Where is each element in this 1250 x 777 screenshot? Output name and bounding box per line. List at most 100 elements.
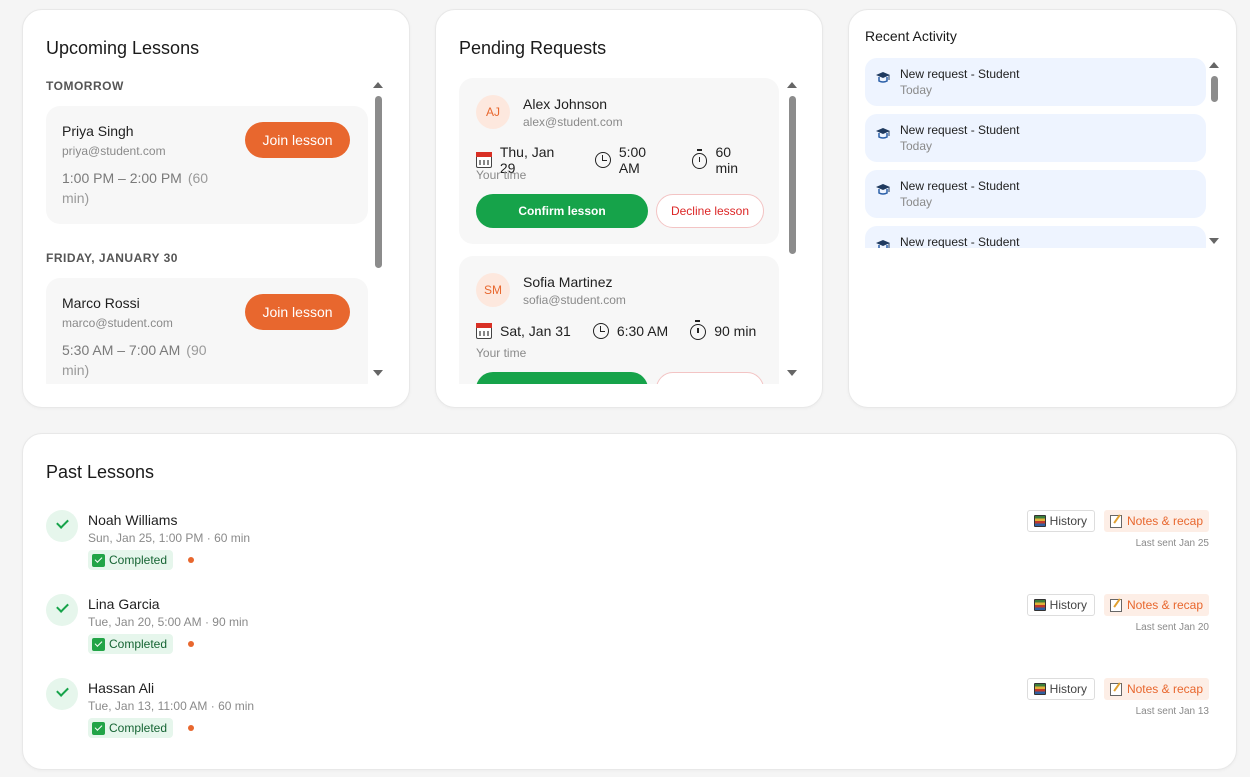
scroll-down-arrow[interactable] [1209,238,1219,244]
status-text: Completed [109,637,168,651]
check-box-icon [92,637,105,651]
student-name: Marco Rossi [62,295,140,311]
graduation-cap-icon [876,240,890,248]
graduation-cap-icon [876,184,890,195]
decline-lesson-button[interactable]: Decline lesson [656,194,764,228]
student-email: alex@student.com [523,115,623,129]
lesson-card: Priya Singh priya@student.com 1:00 PM – … [46,106,368,224]
student-name: Priya Singh [62,123,134,139]
upcoming-lessons-list[interactable]: TOMORROW Priya Singh priya@student.com 1… [46,76,368,384]
request-date: Sat, Jan 31 [476,323,571,339]
pending-requests-list[interactable]: AJ Alex Johnson alex@student.com Thu, Ja… [459,78,779,384]
notes-recap-button[interactable]: Notes & recap [1103,678,1209,700]
confirm-lesson-button[interactable]: Confirm lesson [476,372,648,384]
upcoming-lessons-card: Upcoming Lessons TOMORROW Priya Singh pr… [22,9,410,408]
calendar-icon [476,323,492,339]
scroll-up-arrow[interactable] [787,82,797,88]
activity-time: Today [900,139,933,153]
status-text: Completed [109,721,168,735]
lesson-time: 5:30 AM – 7:00 AM (90 min) [62,340,222,380]
past-lessons-title: Past Lessons [46,462,155,482]
notes-recap-button[interactable]: Notes & recap [1103,510,1209,532]
last-sent-text: Last sent Jan 20 [1135,622,1209,633]
unread-dot [188,557,194,563]
student-name: Lina Garcia [88,596,160,612]
upcoming-scrollbar[interactable] [372,82,384,382]
scroll-up-arrow[interactable] [1209,62,1219,68]
history-label: History [1049,682,1087,696]
lesson-time-range: 1:00 PM – 2:00 PM [62,170,182,186]
lesson-datetime: Sun, Jan 25, 1:00 PM · 60 min [88,531,251,545]
history-button[interactable]: History [1026,510,1095,532]
books-icon [1033,599,1046,611]
past-lesson-row: Noah Williams Sun, Jan 25, 1:00 PM · 60 … [46,510,1209,574]
lesson-time: 1:00 PM – 2:00 PM (60 min) [62,168,222,208]
notes-label: Notes & recap [1126,682,1203,696]
activity-text: New request - Student [900,235,1020,248]
check-icon [46,510,78,542]
request-time-text: 5:00 AM [618,144,647,176]
student-email: priya@student.com [62,144,166,158]
history-label: History [1049,514,1087,528]
scroll-down-arrow[interactable] [373,370,383,376]
student-name: Noah Williams [88,512,178,528]
status-badge: Completed [88,718,174,738]
status-badge: Completed [88,550,174,570]
upcoming-lessons-title: Upcoming Lessons [46,38,200,58]
check-box-icon [92,721,105,735]
unread-dot [188,641,194,647]
lesson-time-range: 5:30 AM – 7:00 AM [62,342,181,358]
recent-activity-list[interactable]: New request - Student Today New request … [865,58,1206,248]
request-duration-text: 90 min [714,323,757,339]
recent-activity-card: Recent Activity New request - Student To… [848,9,1237,408]
past-lesson-row: Lina Garcia Tue, Jan 20, 5:00 AM · 90 mi… [46,594,1209,658]
request-time: 6:30 AM [592,323,668,339]
confirm-lesson-button[interactable]: Confirm lesson [476,194,648,228]
activity-scrollbar[interactable] [1208,62,1220,248]
scroll-up-arrow[interactable] [373,82,383,88]
activity-text: New request - Student [900,67,1020,81]
scrollbar-thumb[interactable] [1211,76,1218,102]
history-button[interactable]: History [1026,678,1095,700]
join-lesson-button[interactable]: Join lesson [245,294,350,330]
notepad-icon [1109,598,1122,612]
decline-lesson-button[interactable]: Decline lesson [656,372,764,384]
last-sent-text: Last sent Jan 13 [1135,706,1209,717]
pending-scrollbar[interactable] [786,82,798,382]
calendar-icon [476,152,492,168]
time-note: Your time [476,346,527,360]
request-duration: 60 min [691,144,757,176]
request-date-text: Sat, Jan 31 [500,323,571,339]
graduation-cap-icon [876,128,890,139]
scrollbar-thumb[interactable] [789,96,796,254]
status-badge: Completed [88,634,174,654]
books-icon [1033,515,1046,527]
notes-recap-button[interactable]: Notes & recap [1103,594,1209,616]
status-text: Completed [109,553,168,567]
unread-dot [188,725,194,731]
student-email: marco@student.com [62,316,173,330]
activity-time: Today [900,83,933,97]
notes-label: Notes & recap [1126,598,1203,612]
past-lessons-card: Past Lessons Noah Williams Sun, Jan 25, … [22,433,1237,770]
activity-item[interactable]: New request - Student [865,226,1206,248]
activity-item[interactable]: New request - Student Today [865,114,1206,162]
notes-label: Notes & recap [1126,514,1203,528]
lesson-card: Marco Rossi marco@student.com 5:30 AM – … [46,278,368,384]
section-label: FRIDAY, JANUARY 30 [46,251,178,265]
request-meta: Sat, Jan 31 6:30 AM 90 min [476,320,778,340]
timer-icon [691,149,708,169]
join-lesson-button[interactable]: Join lesson [245,122,350,158]
past-lesson-row: Hassan Ali Tue, Jan 13, 11:00 AM · 60 mi… [46,678,1209,742]
activity-text: New request - Student [900,179,1020,193]
activity-item[interactable]: New request - Student Today [865,58,1206,106]
request-card: SM Sofia Martinez sofia@student.com Sat,… [459,256,779,384]
scrollbar-thumb[interactable] [375,96,382,268]
request-card: AJ Alex Johnson alex@student.com Thu, Ja… [459,78,779,244]
timer-icon [690,320,707,340]
student-name: Sofia Martinez [523,274,613,290]
history-button[interactable]: History [1026,594,1095,616]
scroll-down-arrow[interactable] [787,370,797,376]
activity-item[interactable]: New request - Student Today [865,170,1206,218]
clock-icon [592,323,609,339]
